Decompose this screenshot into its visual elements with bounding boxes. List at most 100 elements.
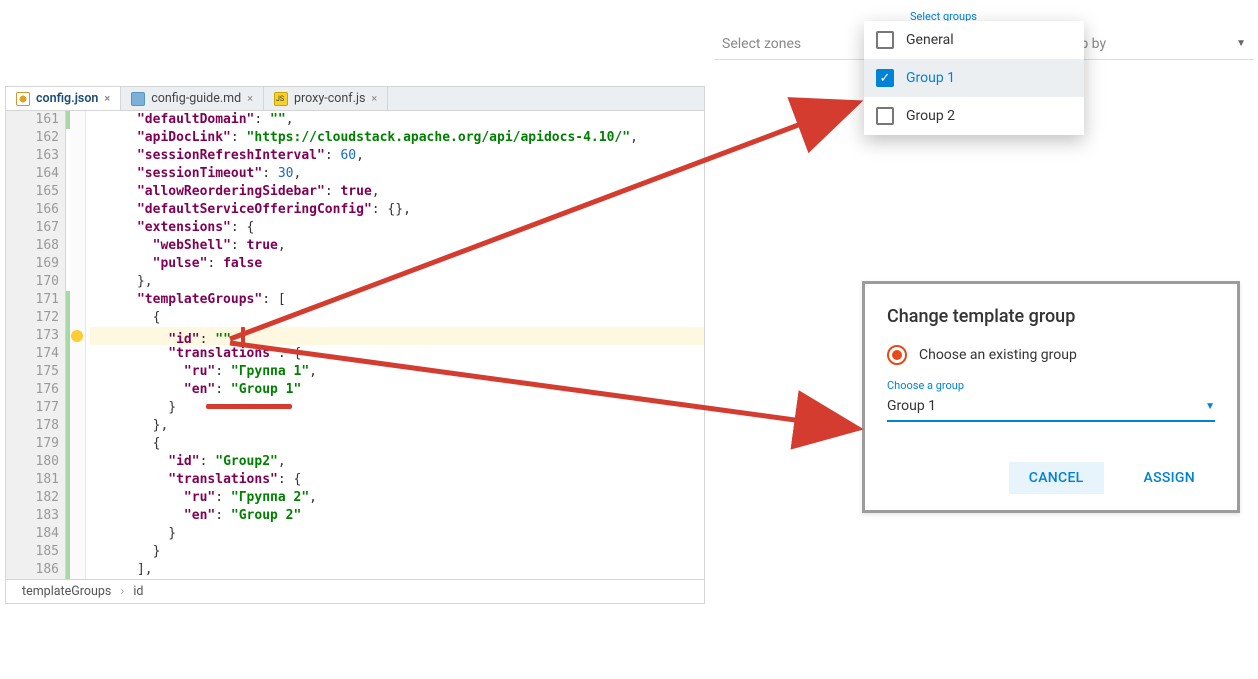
code-line[interactable]: "id": "", <box>90 327 704 345</box>
line-number: 186 <box>6 561 59 579</box>
line-number: 183 <box>6 507 59 525</box>
code-line[interactable]: "apiDocLink": "https://cloudstack.apache… <box>90 129 704 147</box>
modal-title: Change template group <box>887 306 1215 327</box>
code-line[interactable]: ], <box>90 561 704 579</box>
assign-button[interactable]: ASSIGN <box>1124 462 1215 494</box>
line-number: 171 <box>6 291 59 309</box>
line-number: 173 <box>6 327 59 345</box>
line-number: 174 <box>6 345 59 363</box>
code-line[interactable]: "templateGroups": [ <box>90 291 704 309</box>
code-line[interactable]: "sessionRefreshInterval": 60, <box>90 147 704 165</box>
close-icon[interactable]: × <box>104 92 110 105</box>
group-select-field[interactable]: Group 1 ▼ <box>887 394 1215 422</box>
line-number: 162 <box>6 129 59 147</box>
code-area[interactable]: "defaultDomain": "", "apiDocLink": "http… <box>86 111 704 579</box>
dropdown-item[interactable]: Group 2 <box>864 97 1084 135</box>
code-line[interactable]: { <box>90 309 704 327</box>
radio-icon <box>887 345 907 365</box>
line-number: 165 <box>6 183 59 201</box>
code-line[interactable]: "id": "Group2", <box>90 453 704 471</box>
code-line[interactable]: "translations": { <box>90 471 704 489</box>
change-template-group-modal: Change template group Choose an existing… <box>862 281 1240 513</box>
groups-dropdown-menu: General ✓ Group 1 Group 2 <box>864 21 1084 135</box>
line-number-gutter: 1611621631641651661671681691701711721731… <box>6 111 66 579</box>
dropdown-item[interactable]: General <box>864 21 1084 59</box>
modal-actions: CANCEL ASSIGN <box>887 462 1215 494</box>
tab-label: proxy-conf.js <box>294 91 365 106</box>
line-number: 163 <box>6 147 59 165</box>
code-line[interactable]: { <box>90 435 704 453</box>
group-field-label: Choose a group <box>887 379 1215 392</box>
line-number: 170 <box>6 273 59 291</box>
code-line[interactable]: "webShell": true, <box>90 237 704 255</box>
code-line[interactable]: "pulse": false <box>90 255 704 273</box>
dropdown-item-label: Group 1 <box>906 70 955 86</box>
code-line[interactable]: "translations": { <box>90 345 704 363</box>
code-line[interactable]: } <box>90 543 704 561</box>
code-line[interactable]: "en": "Group 1" <box>90 381 704 399</box>
line-number: 179 <box>6 435 59 453</box>
caret-icon <box>241 327 245 343</box>
close-icon[interactable]: × <box>371 92 377 105</box>
radio-existing-group[interactable]: Choose an existing group <box>887 345 1215 365</box>
group-select-value: Group 1 <box>887 398 936 414</box>
editor-tab[interactable]: config-guide.md × <box>121 87 264 110</box>
code-line[interactable]: "defaultServiceOfferingConfig": {}, <box>90 201 704 219</box>
file-icon <box>16 92 30 106</box>
code-line[interactable]: } <box>90 399 704 417</box>
line-number: 169 <box>6 255 59 273</box>
file-icon <box>274 92 288 106</box>
code-line[interactable]: "allowReorderingSidebar": true, <box>90 183 704 201</box>
code-line[interactable]: }, <box>90 273 704 291</box>
code-editor-panel: config.json×config-guide.md×proxy-conf.j… <box>5 86 705 604</box>
tab-label: config.json <box>36 91 98 106</box>
line-number: 181 <box>6 471 59 489</box>
editor-tabbar: config.json×config-guide.md×proxy-conf.j… <box>6 87 704 111</box>
lightbulb-icon[interactable] <box>71 330 83 342</box>
editor-tab[interactable]: proxy-conf.js × <box>264 87 388 110</box>
line-number: 185 <box>6 543 59 561</box>
code-line[interactable]: } <box>90 525 704 543</box>
close-icon[interactable]: × <box>247 92 253 105</box>
line-number: 178 <box>6 417 59 435</box>
cancel-button[interactable]: CANCEL <box>1009 462 1104 494</box>
code-line[interactable]: }, <box>90 417 704 435</box>
line-number: 167 <box>6 219 59 237</box>
line-number: 175 <box>6 363 59 381</box>
line-number: 177 <box>6 399 59 417</box>
chevron-down-icon: ▼ <box>1205 401 1215 412</box>
line-number: 184 <box>6 525 59 543</box>
line-number: 180 <box>6 453 59 471</box>
annotation-underline <box>206 404 292 409</box>
checkbox-icon[interactable] <box>876 31 894 49</box>
dropdown-item-label: General <box>906 32 954 48</box>
code-line[interactable]: "ru": "Группа 2", <box>90 489 704 507</box>
checkbox-checked-icon[interactable]: ✓ <box>876 69 894 87</box>
line-number: 166 <box>6 201 59 219</box>
line-number: 176 <box>6 381 59 399</box>
breadcrumb-part-a[interactable]: templateGroups <box>22 584 111 599</box>
chevron-right-icon: › <box>120 584 124 599</box>
line-number: 164 <box>6 165 59 183</box>
breadcrumb-part-b[interactable]: id <box>133 584 143 599</box>
dropdown-item[interactable]: ✓ Group 1 <box>864 59 1084 97</box>
code-line[interactable]: "ru": "Группа 1", <box>90 363 704 381</box>
tab-label: config-guide.md <box>151 91 241 106</box>
breadcrumb[interactable]: templateGroups › id <box>6 579 704 603</box>
select-zones-placeholder: Select zones <box>722 36 801 52</box>
code-line[interactable]: "extensions": { <box>90 219 704 237</box>
checkbox-icon[interactable] <box>876 107 894 125</box>
file-icon <box>131 92 145 106</box>
code-line[interactable]: "sessionTimeout": 30, <box>90 165 704 183</box>
line-number: 168 <box>6 237 59 255</box>
code-line[interactable]: "defaultDomain": "", <box>90 111 704 129</box>
code-line[interactable]: "en": "Group 2" <box>90 507 704 525</box>
line-number: 172 <box>6 309 59 327</box>
editor-body: 1611621631641651661671681691701711721731… <box>6 111 704 579</box>
select-zones-dropdown[interactable]: Select zones <box>714 30 864 58</box>
line-number: 161 <box>6 111 59 129</box>
fold-gutter <box>70 111 86 579</box>
radio-label: Choose an existing group <box>919 347 1077 363</box>
line-number: 182 <box>6 489 59 507</box>
editor-tab[interactable]: config.json × <box>6 87 121 110</box>
